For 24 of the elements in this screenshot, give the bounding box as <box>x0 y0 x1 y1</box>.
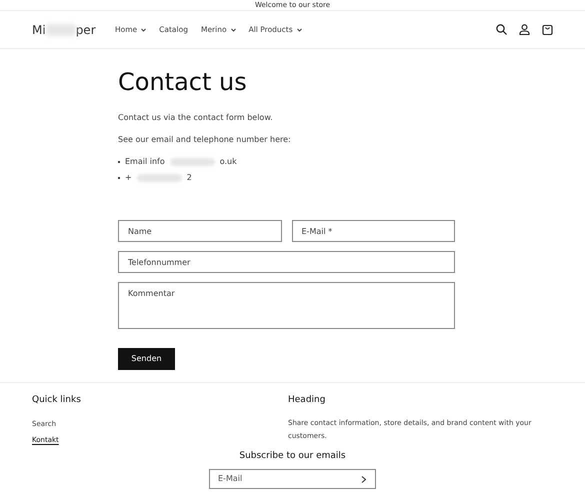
footer-heading: Heading <box>288 394 326 407</box>
input-field[interactable]: E-Mail * <box>292 220 455 242</box>
redaction-blur <box>136 174 182 182</box>
input-field[interactable]: Telefonnummer <box>118 251 455 273</box>
email-field[interactable]: E-Mail <box>209 469 376 489</box>
logo-text[interactable]: per <box>76 20 96 38</box>
logo-text[interactable]: Mi <box>32 20 46 38</box>
body-text: Contact us via the contact form below. <box>118 112 274 124</box>
newsletter-heading: Subscribe to our emails <box>238 450 347 462</box>
comment-field[interactable]: Kommentar <box>118 282 455 329</box>
search-icon[interactable] <box>496 24 507 35</box>
submit-button[interactable]: Senden <box>118 348 175 370</box>
contact-text: 2 <box>186 172 192 184</box>
footer-heading: Quick links <box>32 394 82 407</box>
contact-text: + <box>125 172 132 184</box>
input-field[interactable]: Name <box>118 220 282 242</box>
redaction-blur <box>170 158 215 166</box>
page-title: Contact us <box>118 67 248 98</box>
bag-icon[interactable] <box>542 24 553 35</box>
person-icon[interactable] <box>519 24 530 35</box>
contact-text: Email info <box>125 156 165 168</box>
body-text: See our email and telephone number here: <box>118 134 292 146</box>
redaction-blur <box>46 24 76 36</box>
contact-text: o.uk <box>220 156 237 168</box>
